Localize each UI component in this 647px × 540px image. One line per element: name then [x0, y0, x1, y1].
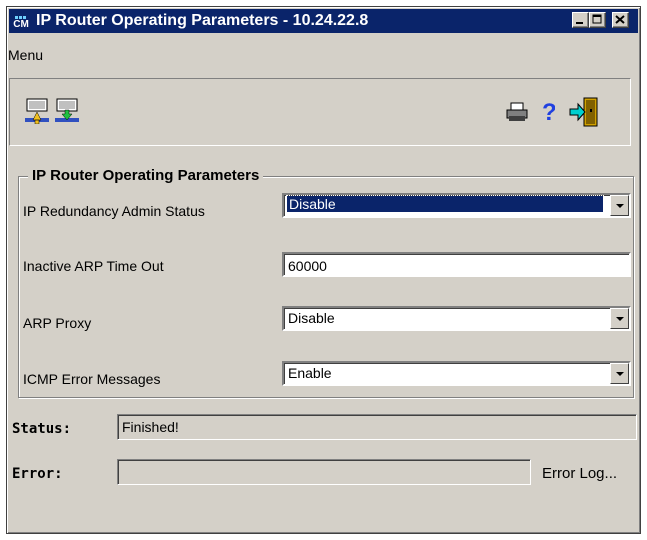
close-button[interactable]	[612, 12, 629, 28]
app-logo-icon: CM	[11, 11, 31, 31]
chevron-down-icon	[616, 204, 624, 208]
icmp-error-select[interactable]: Enable	[282, 361, 631, 386]
window-title: IP Router Operating Parameters - 10.24.2…	[36, 12, 369, 29]
error-label: Error:	[12, 466, 63, 482]
close-icon	[615, 15, 625, 24]
exit-icon[interactable]	[567, 95, 601, 129]
arp-proxy-label: ARP Proxy	[23, 315, 92, 331]
download-icon[interactable]	[55, 98, 79, 124]
status-field: Finished!	[117, 414, 637, 440]
menu-bar: Menu	[8, 47, 43, 63]
arp-proxy-select[interactable]: Disable	[282, 306, 631, 331]
status-label: Status:	[12, 421, 72, 437]
inactive-arp-input[interactable]: 60000	[282, 252, 631, 277]
upload-icon[interactable]	[25, 98, 49, 124]
title-bar[interactable]: CM IP Router Operating Parameters - 10.2…	[9, 9, 638, 33]
svg-text:?: ?	[542, 99, 555, 125]
help-icon[interactable]: ?	[541, 99, 555, 125]
minimize-button[interactable]	[572, 12, 589, 28]
chevron-down-icon	[616, 317, 624, 321]
icmp-error-label: ICMP Error Messages	[23, 371, 161, 387]
menu-item-menu[interactable]: Menu	[8, 47, 43, 63]
arp-proxy-dropdown-button[interactable]	[610, 308, 629, 329]
maximize-button[interactable]	[589, 12, 606, 28]
print-icon[interactable]	[506, 102, 528, 122]
error-log-link[interactable]: Error Log...	[542, 465, 617, 482]
inactive-arp-label: Inactive ARP Time Out	[23, 258, 164, 274]
group-title: IP Router Operating Parameters	[28, 167, 264, 184]
chevron-down-icon	[616, 372, 624, 376]
error-field	[117, 459, 531, 485]
minimize-icon	[576, 22, 583, 24]
maximize-icon	[592, 14, 602, 24]
ip-redundancy-label: IP Redundancy Admin Status	[23, 203, 205, 219]
toolbar: ?	[9, 78, 631, 146]
ip-redundancy-dropdown-button[interactable]	[610, 195, 629, 216]
ip-redundancy-select[interactable]: Disable	[282, 193, 631, 218]
icmp-error-dropdown-button[interactable]	[610, 363, 629, 384]
